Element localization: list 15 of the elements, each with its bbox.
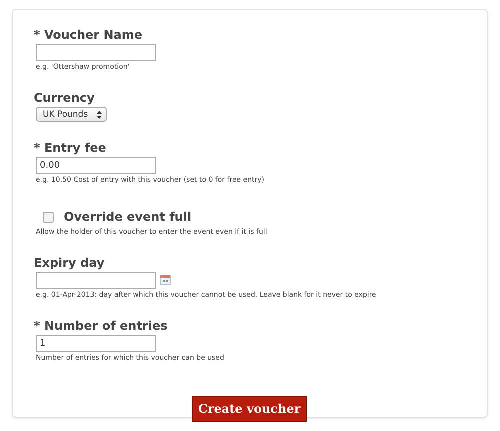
field-label: * Voucher Name — [34, 28, 143, 42]
create-voucher-button[interactable]: Create voucher — [192, 396, 307, 422]
field-label: * Entry fee — [34, 141, 106, 155]
field-label: Currency — [34, 91, 95, 105]
input-field[interactable]: 1 — [36, 335, 156, 352]
dropdown-arrows-icon — [97, 110, 102, 118]
field-label: Expiry day — [34, 256, 105, 270]
input-field[interactable]: 0.00 — [36, 157, 156, 174]
input-field[interactable] — [36, 44, 156, 61]
checkbox-label: Override event full — [64, 210, 192, 224]
field-label: * Number of entries — [34, 319, 168, 333]
calendar-icon[interactable] — [160, 274, 171, 284]
currency-select[interactable]: UK Pounds — [36, 107, 107, 122]
date-field[interactable] — [36, 272, 156, 289]
checkbox[interactable] — [43, 212, 54, 222]
